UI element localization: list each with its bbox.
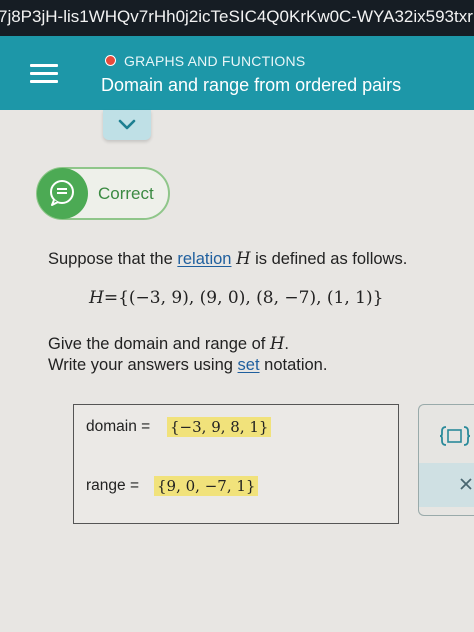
topic-label: GRAPHS AND FUNCTIONS [124,53,306,69]
expand-toggle[interactable] [103,110,151,140]
chat-bubble-icon [37,168,88,219]
question-line-3: Write your answers using set notation. [48,356,327,375]
topic-status-dot [105,55,116,66]
relation-link[interactable]: relation [177,250,231,268]
question-line-2: Give the domain and range of H. [48,334,289,354]
range-answer[interactable]: {9, 0, −7, 1} [154,476,259,496]
set-link[interactable]: set [238,356,260,374]
hamburger-icon[interactable] [30,64,58,84]
equals-sign: = [103,288,119,308]
question-text: notation. [264,356,328,374]
browser-url-bar[interactable]: 7j8P3jH-lis1WHQv7rHh0j2icTeSIC4Q0KrKw0C-… [0,0,474,36]
relation-definition: H={(−3, 9), (9, 0), (8, −7), (1, 1)} [89,288,383,308]
question-line-1: Suppose that the relation H is defined a… [48,249,407,269]
page-title: Domain and range from ordered pairs [101,75,402,95]
set-braces-icon [439,426,471,446]
question-text: . [284,335,289,353]
domain-label: domain = [86,418,151,435]
clear-button[interactable] [419,463,474,507]
range-label: range = [86,477,140,494]
x-icon [460,478,472,490]
answer-tools-panel [418,404,474,516]
relation-set: {(−3, 9), (9, 0), (8, −7), (1, 1)} [118,288,384,308]
answer-box: domain = {−3, 9, 8, 1} range = {9, 0, −7… [73,404,399,524]
domain-answer[interactable]: {−3, 9, 8, 1} [167,417,272,437]
relation-variable: H [236,249,251,268]
chevron-down-icon [118,119,136,130]
correct-badge: Correct [36,167,170,220]
set-braces-button[interactable] [437,423,473,449]
question-text: Write your answers using [48,356,233,374]
app-header: GRAPHS AND FUNCTIONS Domain and range fr… [0,36,474,110]
url-text: 7j8P3jH-lis1WHQv7rHh0j2icTeSIC4Q0KrKw0C-… [0,7,473,26]
question-text: is defined as follows. [255,250,408,268]
question-text: Give the domain and range of [48,335,266,353]
relation-lhs: H [89,288,104,308]
relation-variable: H [270,334,285,353]
correct-label: Correct [98,184,154,203]
question-text: Suppose that the [48,250,173,268]
